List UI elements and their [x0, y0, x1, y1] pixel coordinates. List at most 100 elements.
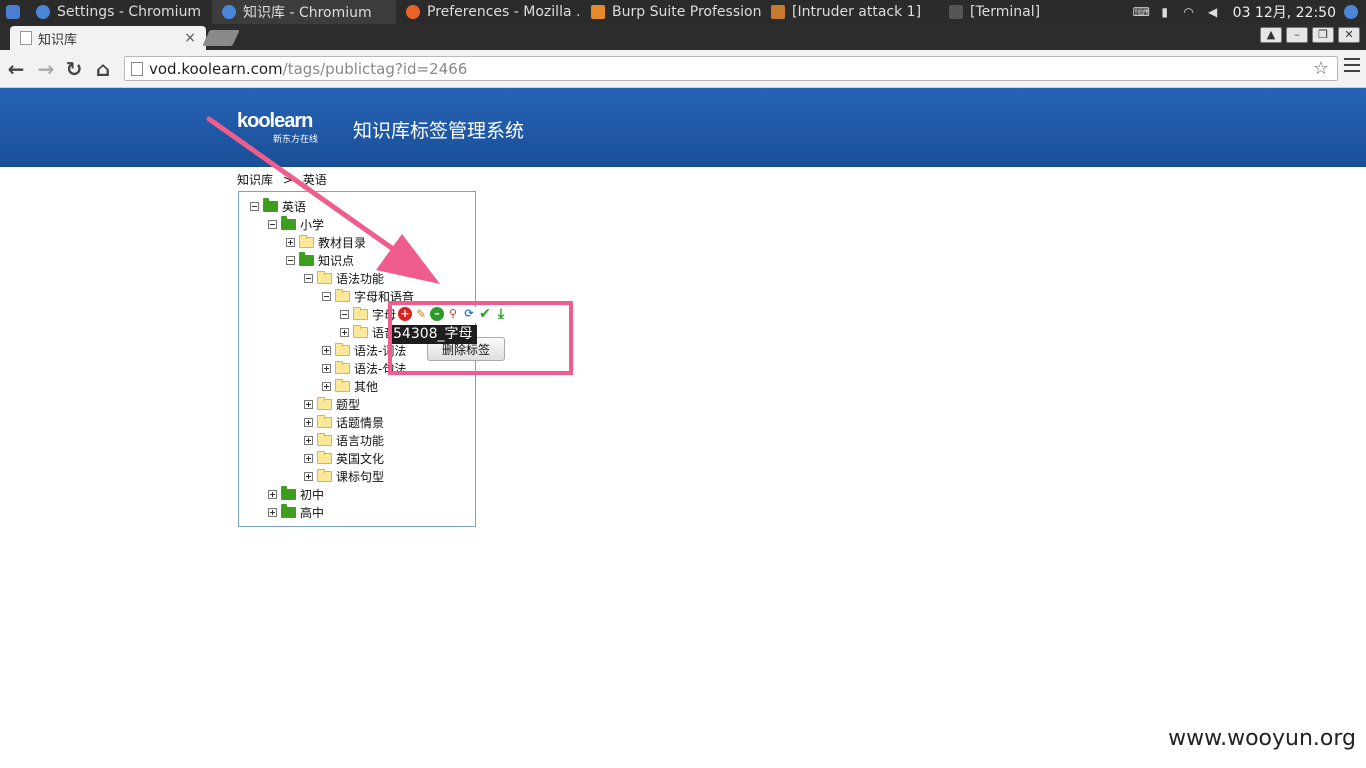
burp-icon — [771, 5, 785, 19]
taskbar-item-firefox-preferences[interactable]: Preferences - Mozilla ... — [396, 0, 581, 24]
expand-icon[interactable] — [286, 237, 295, 247]
expand-icon[interactable] — [304, 453, 313, 463]
folder-icon — [335, 288, 350, 302]
taskbar-item-settings[interactable]: Settings - Chromium — [26, 0, 212, 24]
terminal-icon — [949, 5, 963, 19]
folder-icon — [335, 342, 350, 356]
forward-icon[interactable]: → — [34, 57, 58, 81]
expand-icon[interactable] — [304, 417, 313, 427]
firefox-icon — [406, 5, 420, 19]
folder-icon — [335, 378, 350, 392]
collapse-icon[interactable] — [286, 255, 295, 265]
tree-node-label[interactable]: 初中 — [300, 486, 324, 503]
expand-icon[interactable] — [268, 489, 277, 499]
tree-node[interactable]: 英语 — [250, 197, 306, 215]
back-icon[interactable]: ← — [4, 57, 28, 81]
tree-node-label[interactable]: 英国文化 — [336, 450, 384, 467]
expand-icon[interactable] — [322, 381, 331, 391]
minimize-button[interactable]: – — [1286, 27, 1308, 43]
tree-node[interactable]: 题型 — [304, 395, 360, 413]
tree-node-label[interactable]: 题型 — [336, 396, 360, 413]
tree-node[interactable]: 话题情景 — [304, 413, 384, 431]
close-window-button[interactable]: ✕ — [1338, 27, 1360, 43]
volume-icon[interactable]: ◀ — [1205, 5, 1221, 19]
chromium-icon — [36, 5, 50, 19]
taskbar-item-label: Preferences - Mozilla ... — [427, 4, 581, 20]
collapse-icon[interactable] — [268, 219, 277, 229]
bookmark-star-icon[interactable]: ☆ — [1313, 58, 1329, 79]
folder-icon — [299, 234, 314, 248]
collapse-icon[interactable] — [322, 291, 331, 301]
browser-tab-title: 知识库 — [38, 32, 78, 48]
close-tab-icon[interactable]: × — [184, 30, 196, 46]
expand-icon[interactable] — [268, 507, 277, 517]
watermark: www.wooyun.org — [1168, 726, 1356, 751]
clock[interactable]: 03 12月, 22:50 — [1233, 2, 1336, 22]
taskbar-item-label: [Intruder attack 1] — [792, 4, 922, 20]
user-profile-button[interactable]: ▲ — [1260, 27, 1282, 43]
keyboard-icon[interactable]: ⌨ — [1133, 5, 1150, 19]
tree-node[interactable]: 高中 — [268, 503, 324, 521]
tree-node-label[interactable]: 课标句型 — [336, 468, 384, 485]
koolearn-logo[interactable]: koolearn 新东方在线 — [237, 110, 318, 145]
tree-node-label[interactable]: 高中 — [300, 504, 324, 521]
app-launcher-icon — [6, 5, 20, 19]
folder-icon — [299, 251, 314, 266]
tree-node[interactable]: 语言功能 — [304, 431, 384, 449]
start-menu-button[interactable] — [0, 0, 26, 24]
breadcrumb-root[interactable]: 知识库 — [237, 173, 273, 187]
tree-node-label[interactable]: 语法功能 — [336, 270, 384, 287]
address-bar[interactable]: vod.koolearn.com/tags/publictag?id=2466 … — [124, 56, 1338, 81]
site-header: koolearn 新东方在线 知识库标签管理系统 — [0, 88, 1366, 167]
expand-icon[interactable] — [304, 471, 313, 481]
folder-icon — [353, 306, 368, 320]
tree-node-label[interactable]: 语言功能 — [336, 432, 384, 449]
expand-icon[interactable] — [322, 363, 331, 373]
wifi-icon[interactable]: ◠ — [1181, 5, 1197, 19]
taskbar-item-label: 知识库 - Chromium — [243, 5, 372, 21]
tree-node-label[interactable]: 小学 — [300, 216, 324, 233]
chromium-tray-icon[interactable] — [1344, 5, 1358, 19]
collapse-icon[interactable] — [250, 201, 259, 211]
tree-node-label[interactable]: 教材目录 — [318, 234, 366, 251]
burp-icon — [591, 5, 605, 19]
taskbar-item-intruder-attack[interactable]: [Intruder attack 1] — [761, 0, 939, 24]
url-host: vod.koolearn.com — [149, 59, 283, 78]
browser-menu-icon[interactable] — [1344, 58, 1360, 72]
restore-button[interactable]: ❐ — [1312, 27, 1334, 43]
expand-icon[interactable] — [304, 435, 313, 445]
page-favicon-icon — [20, 31, 32, 45]
tree-node-label[interactable]: 话题情景 — [336, 414, 384, 431]
collapse-icon[interactable] — [304, 273, 313, 283]
taskbar-item-terminal[interactable]: [Terminal] — [939, 0, 1069, 24]
tree-node[interactable]: 语法功能 — [304, 269, 384, 287]
system-title: 知识库标签管理系统 — [353, 120, 525, 142]
brand-name: koolearn — [237, 110, 313, 132]
tree-node[interactable]: 课标句型 — [304, 467, 384, 485]
tree-node[interactable]: 小学 — [268, 215, 324, 233]
tree-node[interactable]: 其他 — [322, 377, 378, 395]
tree-node[interactable]: 初中 — [268, 485, 324, 503]
expand-icon[interactable] — [304, 399, 313, 409]
expand-icon[interactable] — [322, 345, 331, 355]
tree-node[interactable]: 知识点 — [286, 251, 354, 269]
tree-node-label[interactable]: 其他 — [354, 378, 378, 395]
tree-node-label[interactable]: 英语 — [282, 198, 306, 215]
new-tab-button[interactable] — [202, 30, 240, 46]
expand-icon[interactable] — [340, 327, 349, 337]
folder-icon — [281, 485, 296, 500]
reload-icon[interactable]: ↻ — [62, 57, 86, 81]
battery-icon[interactable]: ▮ — [1157, 5, 1173, 19]
window-controls: ▲ – ❐ ✕ — [1260, 27, 1360, 43]
collapse-icon[interactable] — [340, 309, 349, 319]
tree-node[interactable]: 英国文化 — [304, 449, 384, 467]
home-icon[interactable]: ⌂ — [91, 57, 115, 81]
annotation-highlight-box — [388, 301, 573, 375]
folder-icon — [281, 503, 296, 518]
tree-node[interactable]: 教材目录 — [286, 233, 366, 251]
taskbar-item-knowledge-base[interactable]: 知识库 - Chromium — [212, 0, 396, 24]
breadcrumb: 知识库 > 英语 — [237, 171, 333, 188]
browser-tab-active[interactable]: 知识库 × — [10, 26, 206, 50]
tree-node-label[interactable]: 知识点 — [318, 252, 354, 269]
taskbar-item-burp-suite[interactable]: Burp Suite Profession... — [581, 0, 761, 24]
